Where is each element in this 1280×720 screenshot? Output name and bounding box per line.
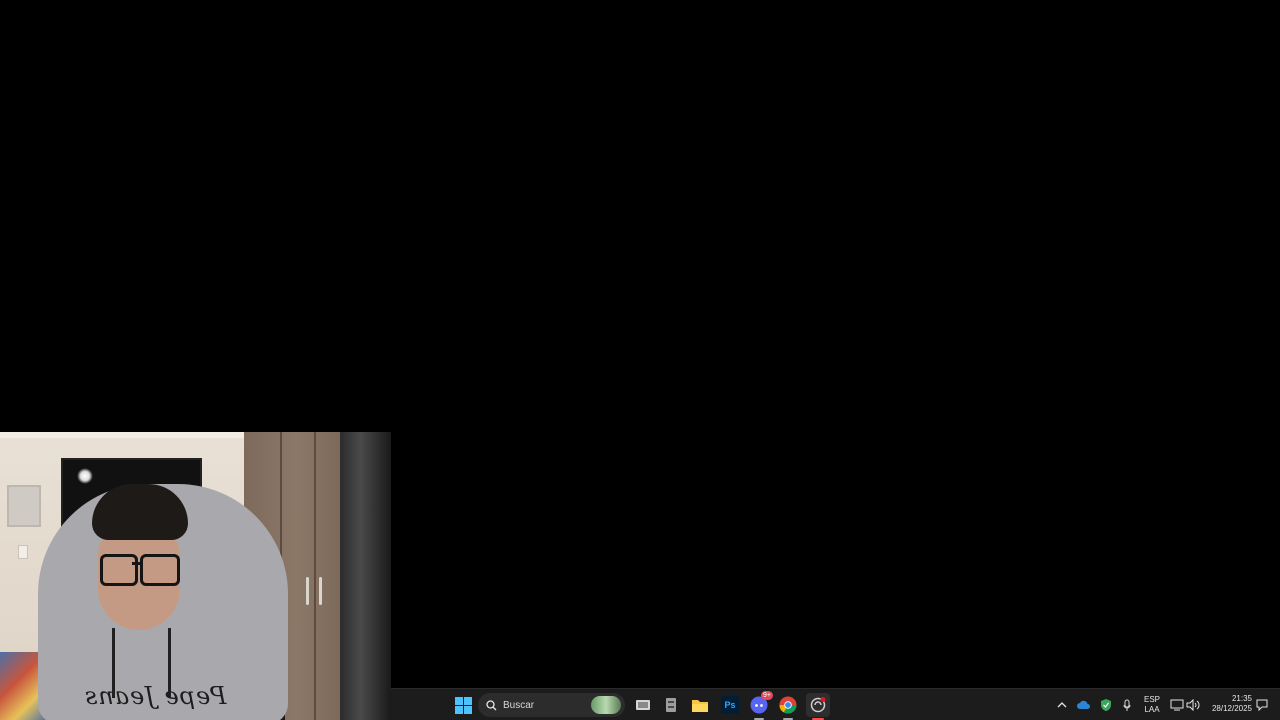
discord-button[interactable]: 9+ [747,691,773,720]
search-highlight-image [591,696,621,714]
task-view-icon [636,700,650,710]
tray-onedrive[interactable] [1072,693,1096,717]
recorder-button[interactable] [806,693,830,720]
recorder-icon [810,697,826,713]
task-view-button[interactable] [631,693,655,717]
webcam-wall-frame [7,485,41,527]
search-box[interactable]: Buscar [478,693,625,717]
search-icon [486,699,497,710]
cloud-icon [1077,700,1090,709]
folder-icon [692,699,708,712]
windows-logo-icon [454,696,472,714]
keyboard-layout: LAA [1144,705,1160,714]
archive-icon [666,698,676,712]
photoshop-icon: Ps [721,696,739,714]
file-explorer-button[interactable] [688,693,712,717]
chevron-up-icon [1057,702,1067,708]
webcam-shirt-text: Pepe Jeans [84,682,227,710]
tray-microphone[interactable] [1115,693,1139,717]
webcam-wardrobe-handle [306,577,309,605]
microphone-icon [1123,699,1131,711]
discord-notification-badge: 9+ [761,691,773,700]
archive-app-button[interactable] [659,693,683,717]
notifications-button[interactable] [1250,693,1274,717]
shield-icon [1101,699,1111,711]
taskbar-clock[interactable]: 21:35 28/12/2025 [1212,694,1252,714]
chrome-icon [779,696,797,714]
start-button[interactable] [451,693,475,717]
webcam-tv-glare [77,468,93,484]
language-indicator[interactable]: ESP LAA [1140,695,1164,715]
webcam-light-switch [18,545,28,559]
webcam-wardrobe-seam [314,432,316,720]
chrome-button[interactable] [776,693,800,720]
clock-time: 21:35 [1231,694,1252,703]
notification-icon [1256,699,1268,711]
show-hidden-icons-button[interactable] [1050,693,1074,717]
language-code: ESP [1143,695,1160,704]
clock-date: 28/12/2025 [1211,704,1252,713]
webcam-wardrobe-handle [319,577,322,605]
taskbar: Buscar Ps 9+ ESP LAA 21:35 28/12/2025 [391,688,1280,720]
webcam-person-hair [92,484,188,540]
webcam-glasses-left [100,554,138,586]
webcam-glasses-bridge [132,562,142,565]
tray-volume[interactable] [1181,693,1205,717]
webcam-glasses-right [140,554,180,586]
photoshop-button[interactable]: Ps [718,693,742,717]
webcam-overlay: Pepe Jeans [0,432,391,720]
search-placeholder: Buscar [503,699,535,711]
speaker-icon [1186,699,1200,711]
webcam-curtain [340,432,391,720]
